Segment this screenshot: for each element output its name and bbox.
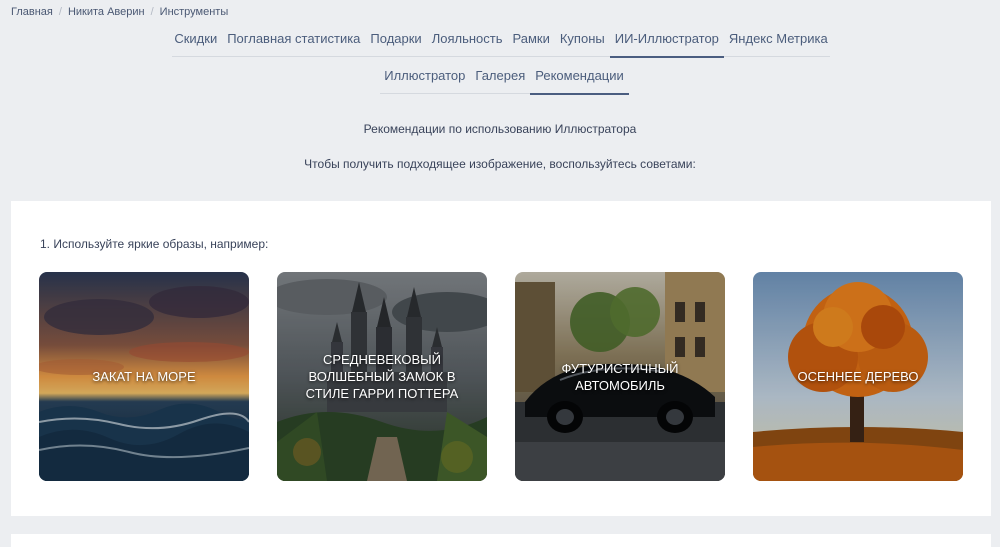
breadcrumb: Главная / Никита Аверин / Инструменты (11, 6, 228, 18)
example-card-castle[interactable]: СРЕДНЕВЕКОВЫЙ ВОЛШЕБНЫЙ ЗАМОК В СТИЛЕ ГА… (277, 272, 487, 481)
example-card-sunset-sea[interactable]: ЗАКАТ НА МОРЕ (39, 272, 249, 481)
subtab-illustrator[interactable]: Иллюстратор (379, 66, 470, 94)
tab-loyalty[interactable]: Лояльность (427, 28, 508, 57)
subtab-recommendations[interactable]: Рекомендации (530, 66, 629, 95)
breadcrumb-separator: / (58, 6, 62, 18)
tab-ai-illustrator[interactable]: ИИ-Иллюстратор (609, 28, 725, 58)
card-caption: ФУТУРИСТИЧНЫЙ АВТОМОБИЛЬ (561, 360, 679, 393)
recommendations-subtitle: Чтобы получить подходящее изображение, в… (304, 157, 696, 171)
tab-coupons[interactable]: Купоны (555, 28, 610, 57)
example-card-autumn-tree[interactable]: ОСЕННЕЕ ДЕРЕВО (753, 272, 963, 481)
breadcrumb-tools-link[interactable]: Инструменты (160, 6, 229, 18)
next-tip-panel (11, 534, 991, 547)
tab-chapter-stats[interactable]: Поглавная статистика (222, 28, 365, 57)
tab-yandex-metrika[interactable]: Яндекс Метрика (724, 28, 833, 57)
main-tabs: Скидки Поглавная статистика Подарки Лоял… (169, 28, 833, 58)
breadcrumb-home-link[interactable]: Главная (11, 6, 53, 18)
breadcrumb-user-link[interactable]: Никита Аверин (68, 6, 145, 18)
tab-discounts[interactable]: Скидки (169, 28, 222, 57)
card-caption: СРЕДНЕВЕКОВЫЙ ВОЛШЕБНЫЙ ЗАМОК В СТИЛЕ ГА… (305, 352, 459, 401)
tab-gifts[interactable]: Подарки (365, 28, 426, 57)
tips-panel: 1. Используйте яркие образы, например: З… (11, 201, 991, 516)
card-caption: ЗАКАТ НА МОРЕ (92, 369, 196, 384)
tip-text: 1. Используйте яркие образы, например: (40, 237, 269, 251)
tab-frames[interactable]: Рамки (508, 28, 555, 57)
sub-tabs: Иллюстратор Галерея Рекомендации (379, 66, 629, 95)
card-caption: ОСЕННЕЕ ДЕРЕВО (797, 369, 919, 384)
example-card-futuristic-car[interactable]: ФУТУРИСТИЧНЫЙ АВТОМОБИЛЬ (515, 272, 725, 481)
subtab-gallery[interactable]: Галерея (470, 66, 530, 94)
recommendations-title: Рекомендации по использованию Иллюстрато… (363, 122, 637, 136)
breadcrumb-separator: / (150, 6, 154, 18)
